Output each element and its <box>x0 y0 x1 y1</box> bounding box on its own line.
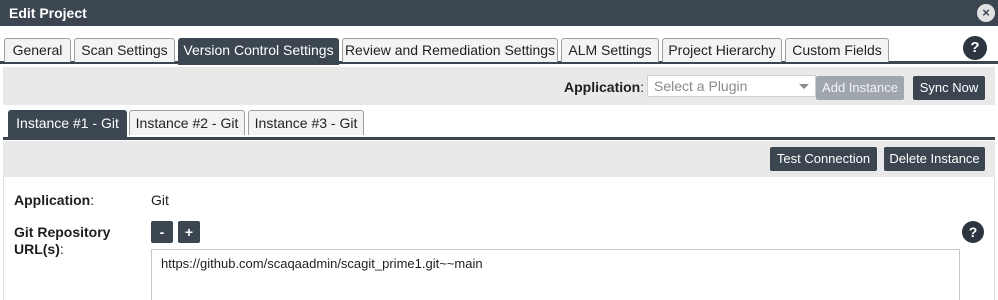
application-field-label: Application: <box>14 192 94 208</box>
dialog-title: Edit Project <box>9 5 87 21</box>
delete-instance-button[interactable]: Delete Instance <box>884 147 985 171</box>
application-field-label-colon: : <box>90 192 95 208</box>
tab-scan-settings[interactable]: Scan Settings <box>74 38 175 62</box>
repo-url-label-colon: : <box>59 241 64 257</box>
close-icon[interactable]: × <box>977 4 995 22</box>
application-field-label-text: Application <box>14 192 91 208</box>
help-icon[interactable]: ? <box>963 36 987 60</box>
tab-instance-2[interactable]: Instance #2 - Git <box>129 110 245 135</box>
tab-alm-settings[interactable]: ALM Settings <box>561 38 659 62</box>
settings-tab-bar: General Scan Settings Version Control Se… <box>0 26 998 65</box>
remove-url-button[interactable]: - <box>151 221 173 243</box>
repo-url-label-line1: Git Repository <box>14 224 111 240</box>
add-instance-button[interactable]: Add Instance <box>816 76 904 100</box>
plugin-select[interactable]: Select a Plugin <box>647 75 816 97</box>
sync-now-button[interactable]: Sync Now <box>913 76 985 100</box>
add-url-button[interactable]: + <box>178 221 200 243</box>
plugin-select-placeholder: Select a Plugin <box>654 78 748 94</box>
application-toolbar: Application: Select a Plugin Add Instanc… <box>3 67 995 105</box>
application-label-colon: : <box>640 79 645 95</box>
instance-form: Application: Git Git Repository URL(s): … <box>3 177 995 300</box>
dialog-titlebar: Edit Project × <box>0 0 998 26</box>
repo-url-label: Git Repository URL(s): <box>14 224 110 258</box>
tab-version-control-settings[interactable]: Version Control Settings <box>178 38 339 65</box>
tab-instance-1[interactable]: Instance #1 - Git <box>8 110 127 137</box>
instance-tab-bar: Instance #1 - Git Instance #2 - Git Inst… <box>3 105 995 140</box>
tab-instance-3[interactable]: Instance #3 - Git <box>248 110 364 135</box>
chevron-down-icon <box>799 84 809 89</box>
repo-url-label-line2: URL(s) <box>14 241 60 257</box>
tab-custom-fields[interactable]: Custom Fields <box>785 38 889 62</box>
instance-action-bar: Test Connection Delete Instance <box>3 141 995 177</box>
repo-url-label-line2-row: URL(s): <box>14 241 110 258</box>
test-connection-button[interactable]: Test Connection <box>770 147 877 171</box>
tab-general[interactable]: General <box>4 38 71 62</box>
tab-project-hierarchy[interactable]: Project Hierarchy <box>662 38 782 62</box>
repo-url-textarea[interactable]: https://github.com/scaqaadmin/scagit_pri… <box>151 249 960 300</box>
field-help-icon[interactable]: ? <box>962 221 984 243</box>
repo-url-value: https://github.com/scaqaadmin/scagit_pri… <box>161 256 483 271</box>
application-label: Application: <box>564 79 644 95</box>
application-field-value: Git <box>151 192 169 208</box>
tab-review-remediation-settings[interactable]: Review and Remediation Settings <box>342 38 558 62</box>
application-label-text: Application <box>564 79 641 95</box>
